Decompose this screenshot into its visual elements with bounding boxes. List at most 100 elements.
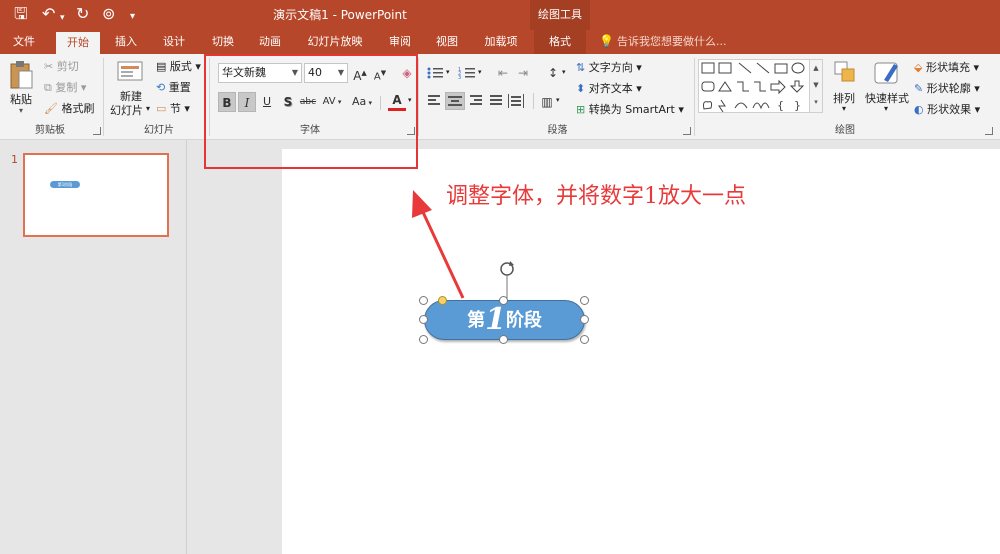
resize-handle-tl[interactable] xyxy=(419,296,428,305)
arrange-button[interactable] xyxy=(833,60,857,86)
thumbnail-shape: 第1阶段 xyxy=(50,181,80,188)
drawing-launcher-icon[interactable] xyxy=(985,127,993,135)
ribbon-tab-bar: 文件 开始 插入 设计 切换 动画 幻灯片放映 审阅 视图 加载项 格式 💡 告… xyxy=(0,30,1000,54)
resize-handle-l[interactable] xyxy=(419,315,428,324)
new-slide-button[interactable] xyxy=(116,58,144,88)
tab-file[interactable]: 文件 xyxy=(6,30,42,54)
smartart-icon: ⊞ xyxy=(576,103,586,116)
drawing-tools-label: 绘图工具 xyxy=(530,0,590,30)
new-slide-label-2: 幻灯片 xyxy=(110,104,143,117)
shape-outline-button[interactable]: ✎ 形状轮廓 ▾ xyxy=(914,80,980,96)
justify-icon[interactable] xyxy=(488,95,502,107)
paste-icon xyxy=(10,61,33,89)
new-slide-dropdown-icon[interactable]: ▾ xyxy=(146,104,150,113)
cut-button[interactable]: ✂ 剪切 xyxy=(44,58,79,74)
new-slide-icon xyxy=(117,61,143,81)
numbering-dropdown-icon[interactable]: ▾ xyxy=(478,68,482,76)
columns-dropdown-icon[interactable]: ▾ xyxy=(556,96,560,104)
text-direction-icon: ⇅ xyxy=(576,61,586,74)
tab-addins[interactable]: 加载项 xyxy=(478,30,524,54)
svg-text:{: { xyxy=(777,99,784,112)
align-text-button[interactable]: ⬍ 对齐文本 ▾ xyxy=(576,80,642,96)
svg-text:}: } xyxy=(794,99,801,112)
format-painter-label: 格式刷 xyxy=(61,102,95,115)
paintbrush-icon: 🖌 xyxy=(44,102,58,115)
paint-bucket-icon: ⬙ xyxy=(914,61,923,74)
align-left-icon[interactable] xyxy=(426,95,440,107)
convert-smartart-button[interactable]: ⊞ 转换为 SmartArt ▾ xyxy=(576,101,684,117)
tab-format[interactable]: 格式 xyxy=(534,30,586,54)
paste-button[interactable] xyxy=(8,60,36,94)
text-direction-button[interactable]: ⇅ 文字方向 ▾ xyxy=(576,59,642,75)
reset-button[interactable]: ⟲ 重置 xyxy=(156,79,191,95)
shapes-gallery[interactable]: {} xyxy=(698,59,810,113)
shape-effects-button[interactable]: ◐ 形状效果 ▾ xyxy=(914,101,980,117)
annotation-arrow xyxy=(412,190,465,299)
align-center-button[interactable] xyxy=(445,92,465,110)
tell-me-box[interactable]: 告诉我您想要做什么... xyxy=(617,30,727,54)
layout-icon: ▤ xyxy=(156,60,167,73)
tab-slideshow[interactable]: 幻灯片放映 xyxy=(302,30,368,54)
resize-handle-tr[interactable] xyxy=(580,296,589,305)
copy-label: 复制 xyxy=(55,81,78,94)
shape-text-suffix: 阶段 xyxy=(505,310,542,331)
section-button[interactable]: ▭ 节 ▾ xyxy=(156,100,190,116)
highlight-box xyxy=(204,54,418,169)
bullets-dropdown-icon[interactable]: ▾ xyxy=(446,68,450,76)
copy-button[interactable]: ⧉ 复制 ▾ xyxy=(44,79,86,95)
align-text-label: 对齐文本 xyxy=(588,82,633,95)
tab-design[interactable]: 设计 xyxy=(156,30,192,54)
tab-animations[interactable]: 动画 xyxy=(252,30,288,54)
increase-indent-icon[interactable]: ⇥ xyxy=(514,63,532,83)
bullets-icon xyxy=(427,67,443,79)
shapes-gallery-icons: {} xyxy=(701,62,805,113)
cut-label: 剪切 xyxy=(56,60,79,73)
resize-handle-br[interactable] xyxy=(580,335,589,344)
shape-effects-label: 形状效果 xyxy=(927,103,972,116)
divider xyxy=(533,93,534,109)
smartart-label: 转换为 SmartArt xyxy=(588,103,675,116)
reset-icon: ⟲ xyxy=(156,81,166,94)
clipboard-launcher-icon[interactable] xyxy=(93,127,101,135)
line-spacing-icon[interactable]: ↕ xyxy=(544,63,562,83)
group-separator xyxy=(418,58,419,136)
adjustment-handle[interactable] xyxy=(438,296,447,305)
shape-fill-button[interactable]: ⬙ 形状填充 ▾ xyxy=(914,59,979,75)
resize-handle-b[interactable] xyxy=(499,335,508,344)
quick-styles-button[interactable] xyxy=(872,58,902,88)
tab-home[interactable]: 开始 xyxy=(56,32,100,54)
columns-icon[interactable]: ▥ xyxy=(538,92,556,112)
shape-text-prefix: 第 xyxy=(467,310,486,331)
quick-styles-dropdown-icon[interactable]: ▾ xyxy=(884,104,888,113)
arrange-dropdown-icon[interactable]: ▾ xyxy=(842,104,846,113)
slides-group-label: 幻灯片 xyxy=(144,125,174,136)
resize-handle-bl[interactable] xyxy=(419,335,428,344)
paste-dropdown-icon[interactable]: ▾ xyxy=(19,106,23,115)
gallery-scroll[interactable]: ▲ ▼ ▾ xyxy=(810,59,823,113)
layout-button[interactable]: ▤ 版式 ▾ xyxy=(156,58,201,74)
align-right-icon[interactable] xyxy=(468,95,482,107)
resize-handle-r[interactable] xyxy=(580,315,589,324)
numbering-button[interactable]: 123 xyxy=(458,66,476,82)
paragraph-launcher-icon[interactable] xyxy=(683,127,691,135)
resize-handle-t[interactable] xyxy=(499,296,508,305)
tab-review[interactable]: 审阅 xyxy=(382,30,418,54)
layout-label: 版式 xyxy=(169,60,192,73)
rotation-handle[interactable] xyxy=(497,261,517,301)
stage-shape[interactable]: 第1阶段 xyxy=(424,300,585,340)
text-direction-label: 文字方向 xyxy=(588,61,633,74)
numbering-icon: 123 xyxy=(458,67,475,81)
distributed-icon[interactable] xyxy=(508,94,524,108)
line-spacing-dropdown-icon[interactable]: ▾ xyxy=(562,68,566,76)
copy-icon: ⧉ xyxy=(44,81,52,94)
bullets-button[interactable] xyxy=(426,66,444,82)
tab-insert[interactable]: 插入 xyxy=(108,30,144,54)
title-bar: 🖫 ↶ ▾ ↻ ⊚ ▾ 演示文稿1 - PowerPoint 绘图工具 xyxy=(0,0,1000,30)
ribbon: 粘贴 ▾ ✂ 剪切 ⧉ 复制 ▾ 🖌 格式刷 剪贴板 新建 幻灯片 ▾ ▤ 版式… xyxy=(0,54,1000,140)
lightbulb-icon: 💡 xyxy=(599,34,614,48)
tab-view[interactable]: 视图 xyxy=(429,30,465,54)
decrease-indent-icon[interactable]: ⇤ xyxy=(494,63,512,83)
tab-transitions[interactable]: 切换 xyxy=(205,30,241,54)
format-painter-button[interactable]: 🖌 格式刷 xyxy=(44,100,94,116)
slide-thumbnail[interactable]: 第1阶段 xyxy=(23,153,169,237)
